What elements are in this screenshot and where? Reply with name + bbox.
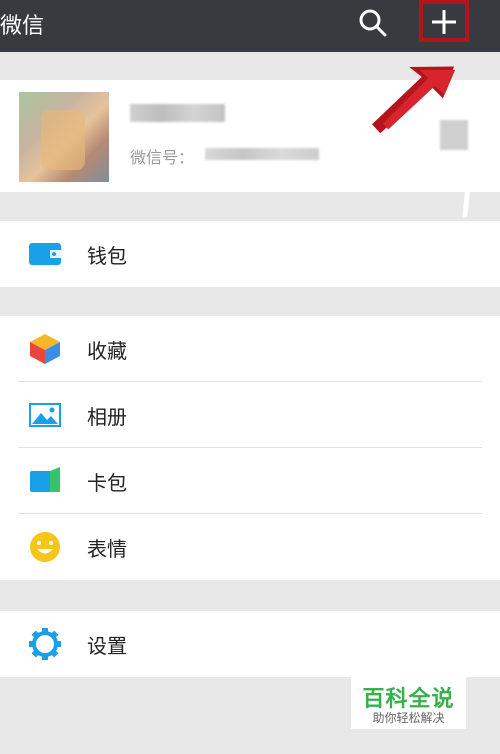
profile-name-redacted (130, 104, 225, 122)
collections-section: 收藏 相册 卡包 表情 (0, 316, 500, 580)
menu-item-stickers[interactable]: 表情 (0, 514, 500, 580)
app-title: 微信 (0, 14, 45, 39)
menu-item-favorites-label: 收藏 (87, 339, 127, 363)
watermark-logo: 百科全说 助你轻松解决 (351, 677, 466, 729)
add-button[interactable] (419, 0, 469, 42)
menu-item-settings[interactable]: 设置 (0, 611, 500, 677)
menu-item-card-pack[interactable]: 卡包 (0, 448, 500, 514)
settings-section: 设置 (0, 611, 500, 677)
qr-code-icon[interactable] (440, 120, 468, 150)
top-bar: 微信 (0, 0, 500, 52)
menu-item-wallet-label: 钱包 (87, 244, 127, 268)
avatar[interactable] (19, 92, 109, 182)
menu-item-settings-label: 设置 (87, 634, 127, 658)
smiley-icon (30, 532, 60, 562)
wallet-section: 钱包 (0, 221, 500, 287)
wechat-id-redacted (205, 148, 319, 160)
profile-card[interactable]: 微信号： (0, 80, 500, 192)
image-icon (29, 403, 61, 427)
wallet-icon (29, 243, 61, 265)
search-icon (359, 9, 387, 37)
menu-item-album[interactable]: 相册 (0, 382, 500, 448)
menu-item-card-pack-label: 卡包 (87, 471, 127, 495)
menu-item-favorites[interactable]: 收藏 (0, 316, 500, 382)
menu-item-album-label: 相册 (87, 405, 127, 429)
card-icon (30, 467, 60, 492)
gear-icon (29, 628, 61, 660)
menu-item-wallet[interactable]: 钱包 (0, 221, 500, 287)
search-button[interactable] (356, 6, 390, 40)
plus-icon (432, 10, 456, 34)
menu-item-stickers-label: 表情 (87, 537, 127, 561)
watermark-subtitle: 助你轻松解决 (372, 711, 445, 725)
wechat-id-label: 微信号： (130, 148, 195, 167)
cube-icon (30, 334, 60, 364)
